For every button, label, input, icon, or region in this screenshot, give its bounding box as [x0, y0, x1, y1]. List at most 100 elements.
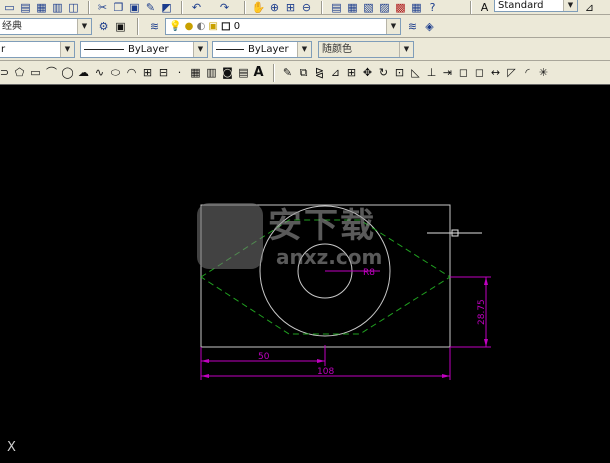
zoom-previous-icon[interactable]: ⊖ — [300, 1, 313, 14]
make-current-layer-icon[interactable]: ≋ — [406, 20, 419, 33]
separator — [273, 64, 275, 82]
preview-icon[interactable]: ◫ — [67, 1, 80, 14]
text-tool-icon[interactable]: A — [252, 66, 265, 79]
arc-icon[interactable]: ⌒ — [45, 66, 58, 79]
arrow-right-width — [442, 374, 450, 378]
polyline-icon[interactable]: ⊃ — [0, 66, 11, 79]
separator — [137, 18, 139, 35]
standard-toolbar: ▭ ▤ ▦ ▥ ◫ ✂ ❐ ▣ ✎ ◩ ↶ ↷ ✋ ⊕ ⊞ ⊖ ▤ ▦ ▧ ▨ … — [0, 0, 610, 15]
rotate-icon[interactable]: ↻ — [377, 66, 390, 79]
layer-previous-icon[interactable]: ◈ — [423, 20, 436, 33]
mirror-icon[interactable]: ⧎ — [313, 66, 326, 79]
dim-radius-text: R8 — [363, 268, 375, 278]
offset-icon[interactable]: ⊿ — [329, 66, 342, 79]
linetype-select[interactable]: ByLayer ▼ — [80, 41, 208, 58]
dim-half-text: 50 — [258, 352, 270, 362]
lock-icon: ▣ — [208, 21, 218, 32]
paste-icon[interactable]: ▣ — [128, 1, 141, 14]
help-icon[interactable]: ? — [426, 1, 439, 14]
hatch-icon[interactable]: ▦ — [189, 66, 202, 79]
quickcalc-icon[interactable]: ▦ — [410, 1, 423, 14]
array-icon[interactable]: ⊞ — [345, 66, 358, 79]
arrow-left-half — [201, 359, 209, 363]
markup-icon[interactable]: ▩ — [394, 1, 407, 14]
text-style-icon[interactable]: A — [478, 1, 491, 14]
tool-palettes-icon[interactable]: ▧ — [362, 1, 375, 14]
break-icon[interactable]: ◻ — [473, 66, 486, 79]
zoom-realtime-icon[interactable]: ⊕ — [268, 1, 281, 14]
redo-icon[interactable]: ↷ — [218, 1, 231, 14]
drawing-svg: R8 50 108 28.75 — [200, 204, 491, 380]
separator — [181, 1, 183, 14]
polygon-icon[interactable]: ⬠ — [13, 66, 26, 79]
region-icon[interactable]: ◙ — [221, 66, 234, 79]
chevron-down-icon[interactable]: ▼ — [77, 19, 91, 34]
workspace-select[interactable]: 经典 ▼ — [0, 18, 92, 35]
make-block-icon[interactable]: ⊟ — [157, 66, 170, 79]
chevron-down-icon[interactable]: ▼ — [386, 19, 400, 34]
zoom-window-icon[interactable]: ⊞ — [284, 1, 297, 14]
ellipse-icon[interactable]: ⬭ — [109, 66, 122, 79]
spline-icon[interactable]: ∿ — [93, 66, 106, 79]
copy-object-icon[interactable]: ⧉ — [297, 66, 310, 79]
lineweight-select[interactable]: ByLayer ▼ — [212, 41, 312, 58]
color-value: r — [1, 44, 6, 55]
drawing-canvas[interactable]: R8 50 108 28.75 — [0, 85, 610, 463]
print-icon[interactable]: ▥ — [51, 1, 64, 14]
plotstyle-select[interactable]: 随颜色 ▼ — [318, 41, 414, 58]
trim-icon[interactable]: ⊥ — [425, 66, 438, 79]
pan-icon[interactable]: ✋ — [252, 1, 266, 14]
design-center-icon[interactable]: ▦ — [346, 1, 359, 14]
watermark-title: 安下载 — [268, 206, 376, 246]
insert-block-icon[interactable]: ⊞ — [141, 66, 154, 79]
undo-icon[interactable]: ↶ — [190, 1, 203, 14]
circle-icon[interactable]: ◯ — [61, 66, 74, 79]
cut-icon[interactable]: ✂ — [96, 1, 109, 14]
break-at-point-icon[interactable]: ◻ — [457, 66, 470, 79]
color-select[interactable]: r ▼ — [0, 41, 75, 58]
chevron-down-icon[interactable]: ▼ — [563, 0, 577, 11]
rectangle-icon[interactable]: ▭ — [29, 66, 42, 79]
erase-icon[interactable]: ✎ — [281, 66, 294, 79]
copy-icon[interactable]: ❐ — [112, 1, 125, 14]
lineweight-value: ByLayer — [248, 44, 289, 55]
revcloud-icon[interactable]: ☁ — [77, 66, 90, 79]
chevron-down-icon[interactable]: ▼ — [297, 42, 311, 57]
fillet-icon[interactable]: ◜ — [521, 66, 534, 79]
workspace-value: 经典 — [2, 21, 22, 32]
save-workspace-icon[interactable]: ▣ — [114, 20, 127, 33]
layer-manager-icon[interactable]: ≋ — [148, 20, 161, 33]
ellipse-arc-icon[interactable]: ◠ — [125, 66, 138, 79]
match-properties-icon[interactable]: ✎ — [144, 1, 157, 14]
draw-modify-toolbar: ⊃ ⬠ ▭ ⌒ ◯ ☁ ∿ ⬭ ◠ ⊞ ⊟ · ▦ ▥ ◙ ▤ A ✎ ⧉ ⧎ … — [0, 61, 610, 85]
chevron-down-icon[interactable]: ▼ — [60, 42, 74, 57]
join-icon[interactable]: ↔ — [489, 66, 502, 79]
color-swatch-icon: □ — [221, 21, 231, 33]
point-icon[interactable]: · — [173, 66, 186, 79]
explode-icon[interactable]: ✳ — [537, 66, 550, 79]
save-icon[interactable]: ▦ — [35, 1, 48, 14]
block-editor-icon[interactable]: ◩ — [160, 1, 173, 14]
text-style-select[interactable]: Standard ▼ — [494, 0, 578, 12]
dimension-style-icon[interactable]: ⊿ — [583, 1, 596, 14]
separator — [321, 1, 323, 14]
table-icon[interactable]: ▤ — [237, 66, 250, 79]
text-style-value: Standard — [498, 0, 544, 11]
extend-icon[interactable]: ⇥ — [441, 66, 454, 79]
stretch-icon[interactable]: ◺ — [409, 66, 422, 79]
new-file-icon[interactable]: ▭ — [3, 1, 16, 14]
chevron-down-icon[interactable]: ▼ — [193, 42, 207, 57]
workspace-settings-icon[interactable]: ⚙ — [97, 20, 110, 33]
properties-icon[interactable]: ▤ — [330, 1, 343, 14]
separator — [244, 1, 246, 14]
properties-toolbar: r ▼ ByLayer ▼ ByLayer ▼ 随颜色 ▼ — [0, 38, 610, 61]
chamfer-icon[interactable]: ◸ — [505, 66, 518, 79]
gradient-icon[interactable]: ▥ — [205, 66, 218, 79]
move-icon[interactable]: ✥ — [361, 66, 374, 79]
sheet-set-icon[interactable]: ▨ — [378, 1, 391, 14]
dim-width-text: 108 — [317, 367, 334, 377]
scale-icon[interactable]: ⊡ — [393, 66, 406, 79]
open-icon[interactable]: ▤ — [19, 1, 32, 14]
layer-select[interactable]: 💡 ● ◐ ▣ □ 0 ▼ — [165, 18, 401, 35]
chevron-down-icon[interactable]: ▼ — [399, 42, 413, 57]
